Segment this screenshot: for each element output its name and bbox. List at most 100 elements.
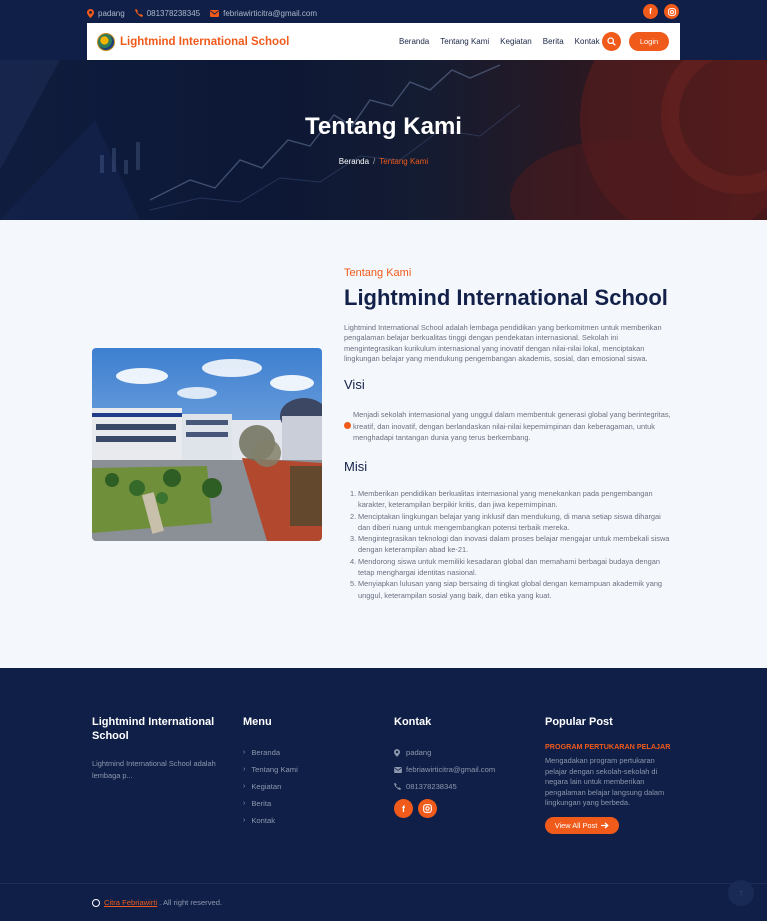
copyright-text: . All right reserved. xyxy=(159,898,223,907)
footer-about: Lightmind International School Lightmind… xyxy=(92,715,232,782)
footer-location-text: padang xyxy=(406,748,432,757)
email-icon xyxy=(210,9,220,17)
location-icon xyxy=(87,8,94,18)
chevron-right-icon: › xyxy=(243,783,246,790)
phone-icon xyxy=(394,783,406,790)
visi-block: Menjadi sekolah internasional yang unggu… xyxy=(344,409,674,444)
misi-item-text: Menyiapkan lulusan yang siap bersaing di… xyxy=(358,579,663,600)
school-building-image xyxy=(92,348,322,541)
search-icon xyxy=(607,37,616,46)
section-eyebrow: Tentang Kami xyxy=(344,267,412,279)
misi-item-text: Mengintegrasikan teknologi dan inovasi d… xyxy=(358,534,670,555)
nav-link-kontak[interactable]: Kontak xyxy=(575,37,600,46)
footer-email-text[interactable]: febriawirticitra@gmail.com xyxy=(406,765,495,774)
footer-contact-location: padang xyxy=(394,744,495,761)
copyright-author-link[interactable]: Citra Febriawirti xyxy=(104,898,157,907)
misi-list: 1. Memberikan pendidikan berkualitas inte… xyxy=(350,488,673,601)
footer-menu-tentang-kami[interactable]: › Tentang Kami xyxy=(243,761,298,778)
arrow-right-icon xyxy=(601,822,610,828)
topbar-email-text: febriawirticitra@gmail.com xyxy=(223,8,318,18)
popular-post-excerpt: Mengadakan program pertukaran pelajar de… xyxy=(545,756,665,807)
page-hero: Tentang Kami Beranda / Tentang Kami xyxy=(0,60,767,220)
facebook-icon[interactable]: f xyxy=(643,4,658,19)
school-logo[interactable] xyxy=(97,32,115,51)
visi-heading: Visi xyxy=(344,377,365,392)
footer-menu: Menu › Beranda › Tentang Kami › Kegiatan › B… xyxy=(243,715,298,829)
search-button[interactable] xyxy=(602,32,621,51)
visi-text: Menjadi sekolah internasional yang unggu… xyxy=(353,410,671,442)
topbar-social: f xyxy=(643,4,679,19)
footer-menu-beranda[interactable]: › Beranda xyxy=(243,744,298,761)
nav-link-tentang-kami[interactable]: Tentang Kami xyxy=(440,37,489,46)
copyright: Citra Febriawirti . All right reserved. xyxy=(92,898,222,907)
view-all-label: View All Post xyxy=(554,820,598,830)
chevron-right-icon: › xyxy=(243,766,246,773)
chevron-right-icon: › xyxy=(243,749,246,756)
footer-contact-email: febriawirticitra@gmail.com xyxy=(394,761,495,778)
footer-about-text: Lightmind International School adalah le… xyxy=(92,759,216,780)
footer-about-title: Lightmind International School xyxy=(92,716,215,742)
footer-menu-label: Kontak xyxy=(251,816,275,825)
misi-item: 1. Memberikan pendidikan berkualitas inte… xyxy=(350,489,653,510)
misi-item-text: Menciptakan lingkungan belajar yang inkl… xyxy=(358,511,661,532)
footer-popular-title: Popular Post xyxy=(545,716,613,728)
misi-item: 5. Menyiapkan lulusan yang siap bersaing … xyxy=(350,579,663,600)
footer-menu-label: Berita xyxy=(251,799,272,808)
footer-menu-label: Kegiatan xyxy=(251,782,282,791)
facebook-icon[interactable]: f xyxy=(394,799,413,818)
nav-link-kegiatan[interactable]: Kegiatan xyxy=(500,37,532,46)
footer-divider xyxy=(0,883,767,884)
back-to-top-button[interactable]: ↑ xyxy=(728,880,754,906)
footer-menu-title: Menu xyxy=(243,716,272,728)
top-bar-inner: padang 081378238345 febriawirticitra@gma… xyxy=(87,4,679,21)
misi-item-text: Memberikan pendidikan berkualitas intern… xyxy=(358,489,653,510)
instagram-icon[interactable] xyxy=(664,4,679,19)
topbar-phone-text: 081378238345 xyxy=(146,8,201,18)
navbar: Lightmind International School Beranda T… xyxy=(87,23,680,60)
misi-heading: Misi xyxy=(344,459,368,474)
about-description: Lightmind International School adalah le… xyxy=(344,323,662,363)
footer-menu-list: › Beranda › Tentang Kami › Kegiatan › Berita… xyxy=(243,744,298,829)
email-icon xyxy=(394,766,406,773)
popular-post-title[interactable]: PROGRAM PERTUKARAN PELAJAR xyxy=(545,742,673,751)
topbar-location-text: padang xyxy=(98,8,125,18)
location-icon xyxy=(394,748,406,757)
footer-menu-kontak[interactable]: › Kontak xyxy=(243,812,298,829)
instagram-icon[interactable] xyxy=(418,799,437,818)
chevron-right-icon: › xyxy=(243,817,246,824)
nav-link-beranda[interactable]: Beranda xyxy=(399,37,429,46)
page-title: Tentang Kami xyxy=(305,113,462,140)
footer-menu-kegiatan[interactable]: › Kegiatan xyxy=(243,778,298,795)
breadcrumb-current: Tentang Kami xyxy=(379,157,429,166)
footer-phone-text[interactable]: 081378238345 xyxy=(406,782,457,791)
footer-contact-title: Kontak xyxy=(394,716,432,728)
misi-item: 2. Menciptakan lingkungan belajar yang in… xyxy=(350,511,661,532)
topbar-phone: 081378238345 xyxy=(134,8,201,18)
footer-social: f xyxy=(394,799,495,818)
misi-item: 4. Mendorong siswa untuk memiliki kesadar… xyxy=(350,556,660,578)
login-button[interactable]: Login xyxy=(629,32,669,51)
arrow-up-icon: ↑ xyxy=(738,887,744,899)
footer-popular: Popular Post PROGRAM PERTUKARAN PELAJAR … xyxy=(545,715,673,834)
footer-menu-label: Beranda xyxy=(251,748,281,757)
footer-menu-label: Tentang Kami xyxy=(251,765,298,774)
breadcrumb-home[interactable]: Beranda xyxy=(339,157,369,166)
about-title: Lightmind International School xyxy=(344,285,668,310)
copyright-icon xyxy=(92,898,100,907)
nav-link-berita[interactable]: Berita xyxy=(543,37,564,46)
footer-contact: Kontak padang febriawirticitra@gmail.com… xyxy=(394,715,495,818)
footer-menu-berita[interactable]: › Berita xyxy=(243,795,298,812)
nav-links: Beranda Tentang Kami Kegiatan Berita Kon… xyxy=(399,23,611,60)
breadcrumb: Beranda / Tentang Kami xyxy=(0,157,767,166)
misi-item-text: Mendorong siswa untuk memiliki kesadaran… xyxy=(358,556,660,578)
chevron-right-icon: › xyxy=(243,800,246,807)
misi-item: 3. Mengintegrasikan teknologi dan inovasi… xyxy=(350,534,670,555)
phone-icon xyxy=(134,9,143,17)
brand-name[interactable]: Lightmind International School xyxy=(120,36,289,48)
breadcrumb-separator: / xyxy=(373,157,376,166)
footer-contact-phone: 081378238345 xyxy=(394,778,495,795)
footer-contact-list: padang febriawirticitra@gmail.com 081378… xyxy=(394,744,495,795)
view-all-post-button[interactable]: View All Post xyxy=(545,816,619,834)
topbar-location: padang xyxy=(87,8,125,18)
topbar-email: febriawirticitra@gmail.com xyxy=(210,9,317,18)
